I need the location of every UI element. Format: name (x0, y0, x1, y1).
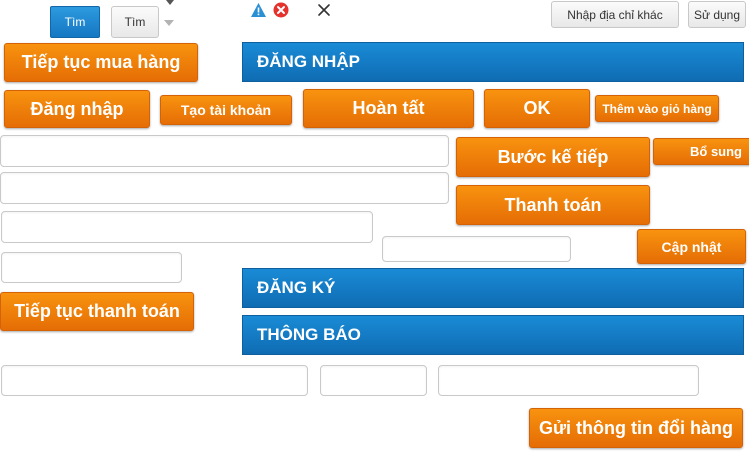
create-account-button[interactable]: Tạo tài khoản (160, 95, 292, 125)
next-step-button[interactable]: Bước kế tiếp (456, 137, 650, 177)
ok-button-label: OK (523, 98, 551, 118)
text-field-7[interactable] (320, 365, 427, 396)
text-field-5[interactable] (1, 252, 182, 283)
add-to-cart-button[interactable]: Thêm vào giỏ hàng (595, 95, 719, 122)
send-exchange-info-button[interactable]: Gửi thông tin đổi hàng (529, 408, 743, 448)
register-section-header: ĐĂNG KÝ (242, 268, 744, 308)
complete-button-label: Hoàn tất (352, 98, 425, 118)
close-icon[interactable] (317, 3, 331, 17)
supplement-button[interactable]: Bổ sung (653, 138, 749, 165)
enter-other-address-button[interactable]: Nhập địa chỉ khác (551, 1, 679, 28)
payment-label: Thanh toán (504, 194, 602, 215)
continue-shopping-label: Tiếp tục mua hàng (21, 52, 181, 72)
caret-up-icon (164, 0, 176, 6)
update-label: Cập nhật (661, 238, 722, 255)
notice-section-title: THÔNG BÁO (257, 325, 361, 344)
search-button-primary-label: Tìm (64, 15, 86, 29)
payment-button[interactable]: Thanh toán (456, 185, 650, 225)
search-button-primary[interactable]: Tìm (50, 6, 100, 38)
error-icon (273, 2, 289, 18)
next-step-label: Bước kế tiếp (497, 146, 609, 167)
text-field-6[interactable] (1, 365, 308, 396)
continue-shopping-button[interactable]: Tiếp tục mua hàng (4, 43, 198, 82)
update-button[interactable]: Cập nhật (637, 229, 746, 264)
complete-button[interactable]: Hoàn tất (303, 89, 474, 128)
add-to-cart-label: Thêm vào giỏ hàng (602, 101, 712, 116)
notice-section-header: THÔNG BÁO (242, 315, 744, 355)
text-field-8[interactable] (438, 365, 699, 396)
search-button-secondary-label: Tìm (124, 15, 146, 29)
use-button-label: Sử dụng (693, 7, 741, 22)
supplement-label: Bổ sung (690, 144, 742, 159)
login-button[interactable]: Đăng nhập (4, 90, 150, 128)
text-field-4[interactable] (382, 236, 571, 262)
continue-payment-label: Tiếp tục thanh toán (14, 301, 180, 321)
text-field-2[interactable] (0, 172, 449, 204)
login-section-header: ĐĂNG NHẬP (242, 42, 744, 82)
send-exchange-info-label: Gửi thông tin đổi hàng (539, 417, 733, 438)
search-button-secondary[interactable]: Tìm (111, 6, 159, 38)
text-field-3[interactable] (1, 211, 373, 243)
enter-other-address-label: Nhập địa chỉ khác (567, 7, 663, 22)
warning-icon (250, 2, 267, 18)
register-section-title: ĐĂNG KÝ (257, 278, 336, 297)
ok-button[interactable]: OK (484, 89, 590, 128)
chevron-down-icon[interactable] (163, 19, 175, 27)
use-button[interactable]: Sử dụng (688, 1, 746, 28)
create-account-label: Tạo tài khoản (180, 102, 272, 118)
login-section-title: ĐĂNG NHẬP (257, 52, 360, 71)
continue-payment-button[interactable]: Tiếp tục thanh toán (0, 292, 194, 331)
login-button-label: Đăng nhập (30, 98, 124, 119)
text-field-1[interactable] (0, 135, 449, 167)
